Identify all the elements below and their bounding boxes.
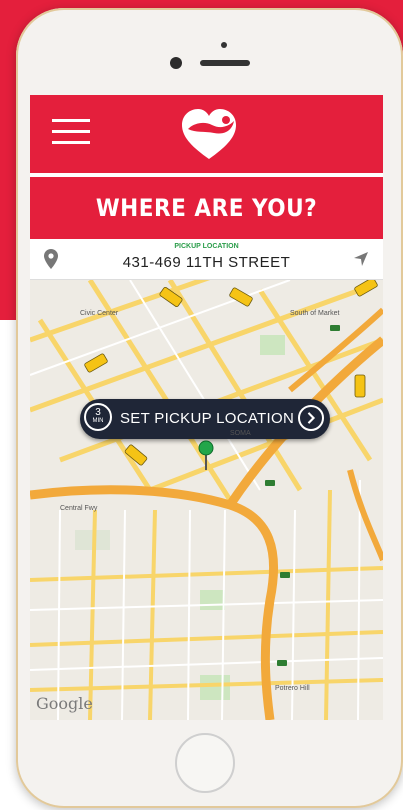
map-canvas (30, 280, 383, 720)
pickup-address: 431-469 11TH STREET (122, 254, 291, 271)
chevron-right-circle-icon[interactable] (298, 405, 324, 431)
eta-badge: 3 MIN (84, 403, 112, 431)
location-bar[interactable]: PICKUP LOCATION 431-469 11TH STREET (30, 239, 383, 280)
pickup-location-label: PICKUP LOCATION (174, 243, 239, 250)
heart-logo-icon (182, 109, 236, 159)
front-camera (170, 57, 182, 69)
earpiece-speaker (200, 60, 250, 66)
map-view[interactable]: 3 MIN SET PICKUP LOCATION Google Civic C… (30, 280, 383, 720)
proximity-sensor (221, 42, 227, 48)
app-header (30, 95, 383, 173)
home-button[interactable] (175, 733, 235, 793)
title-bar: WHERE ARE YOU? (30, 177, 383, 239)
page-title: WHERE ARE YOU? (95, 194, 318, 222)
google-attribution: Google (36, 694, 93, 713)
set-pickup-location-button[interactable]: 3 MIN SET PICKUP LOCATION (80, 399, 330, 439)
navigation-arrow-icon[interactable] (353, 251, 369, 267)
eta-value: 3 (95, 407, 101, 418)
set-pickup-location-label: SET PICKUP LOCATION (120, 410, 295, 427)
phone-screen: WHERE ARE YOU? PICKUP LOCATION 431-469 1… (30, 95, 383, 720)
hamburger-menu-icon[interactable] (52, 117, 92, 147)
eta-unit: MIN (92, 418, 104, 424)
map-pin-icon (198, 440, 214, 470)
